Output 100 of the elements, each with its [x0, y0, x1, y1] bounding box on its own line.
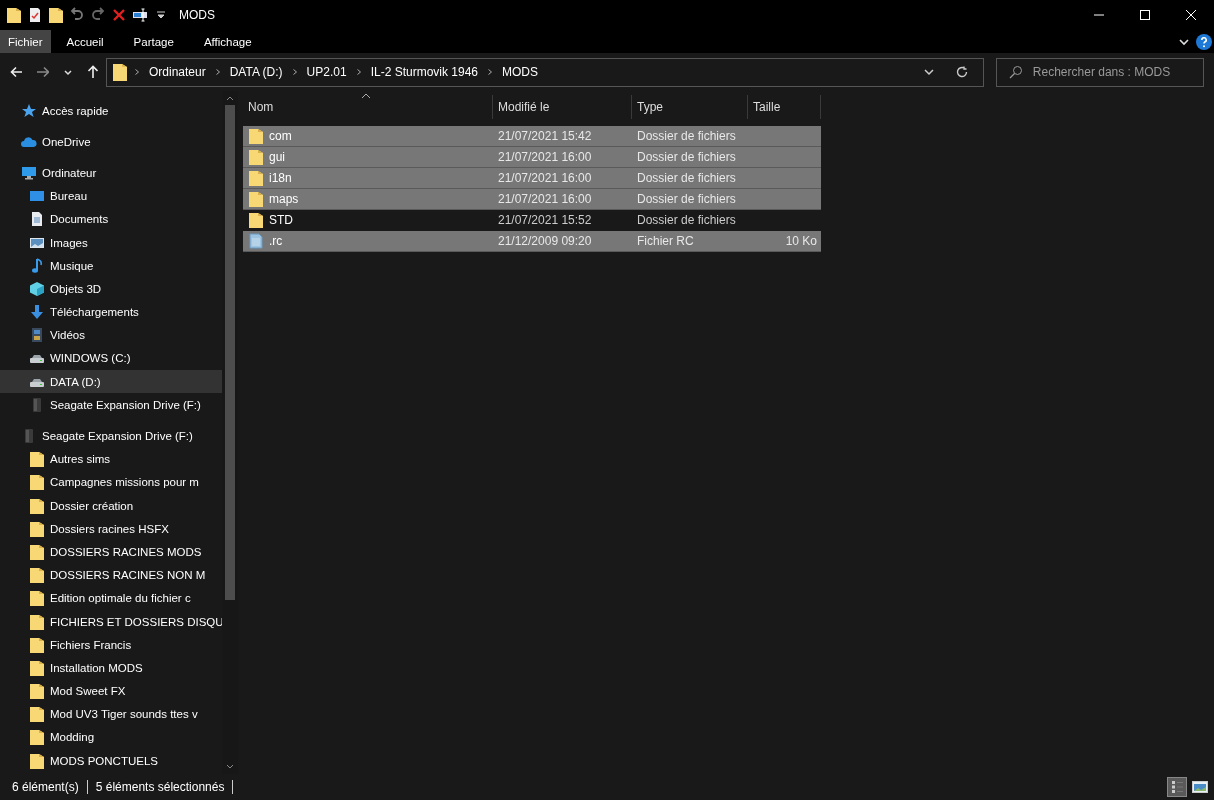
chevron-right-icon[interactable]: [354, 68, 363, 76]
details-view-button[interactable]: [1167, 777, 1187, 797]
file-row[interactable]: i18n 21/07/2021 16:00 Dossier de fichiers: [243, 168, 821, 189]
sidebar-item[interactable]: Fichiers Francis: [0, 633, 222, 657]
sidebar-item[interactable]: Objets 3D: [0, 277, 222, 301]
properties-icon[interactable]: [27, 7, 43, 23]
search-input: Rechercher dans : MODS: [1030, 64, 1203, 80]
folder-icon: [29, 520, 45, 537]
sidebar-item[interactable]: Modding: [0, 725, 222, 750]
sidebar-item[interactable]: DATA (D:): [0, 370, 222, 394]
search-field[interactable]: Rechercher dans : MODS: [996, 57, 1204, 87]
delete-x-icon[interactable]: [111, 7, 127, 23]
file-row[interactable]: maps 21/07/2021 16:00 Dossier de fichiers: [243, 189, 821, 210]
chevron-right-icon[interactable]: [290, 68, 299, 76]
up-arrow-icon[interactable]: [85, 65, 98, 79]
sidebar-item[interactable]: Campagnes missions pour m: [0, 470, 222, 494]
sidebar-item[interactable]: Mod Sweet FX: [0, 679, 222, 703]
undo-icon[interactable]: [69, 7, 85, 23]
breadcrumb[interactable]: MODS: [502, 65, 538, 79]
folder-icon: [113, 63, 127, 81]
item-count: 6 élément(s): [12, 780, 79, 794]
breadcrumb[interactable]: Ordinateur: [149, 65, 206, 79]
sidebar-item[interactable]: Images: [0, 230, 222, 255]
chevron-right-icon[interactable]: [133, 68, 141, 76]
sidebar-item[interactable]: Dossiers racines HSFX: [0, 517, 222, 541]
download-arrow-icon: [29, 304, 45, 321]
rename-icon[interactable]: [132, 7, 148, 23]
ribbon-tab[interactable]: Affichage: [189, 30, 266, 53]
selection-count: 5 éléments sélectionnés: [95, 780, 225, 794]
chevron-down-icon[interactable]: [923, 66, 935, 78]
folder-icon: [29, 590, 45, 607]
star-icon: [21, 102, 37, 119]
file-name: STD: [269, 213, 293, 227]
sidebar-item[interactable]: Bureau: [0, 184, 222, 208]
file-type: Dossier de fichiers: [636, 192, 737, 206]
folder-icon: [29, 497, 45, 514]
address-bar[interactable]: Ordinateur DATA (D:) UP2.01 IL-2 Sturmovik 1946 MODS: [106, 57, 984, 87]
file-name: gui: [269, 150, 285, 164]
file-icon: [248, 233, 264, 249]
breadcrumb[interactable]: DATA (D:): [229, 65, 283, 79]
folder-icon: [29, 752, 45, 769]
file-row[interactable]: gui 21/07/2021 16:00 Dossier de fichiers: [243, 147, 821, 168]
file-name: com: [269, 129, 292, 143]
ribbon-tab[interactable]: Fichier: [0, 30, 51, 53]
chevron-down-icon[interactable]: [62, 67, 72, 77]
date-modified: 21/07/2021 16:00: [497, 150, 593, 164]
file-row[interactable]: .rc 21/12/2009 09:20 Fichier RC 10 Ko: [243, 231, 821, 252]
close-icon: [1185, 9, 1197, 21]
back-arrow-icon[interactable]: [10, 65, 23, 79]
redo-icon[interactable]: [90, 7, 106, 23]
sidebar-item[interactable]: Dossier création: [0, 494, 222, 518]
column-header[interactable]: Taille: [748, 95, 821, 119]
breadcrumb[interactable]: UP2.01: [306, 65, 347, 79]
chevron-right-icon[interactable]: [213, 68, 222, 76]
chevron-right-icon[interactable]: [486, 68, 494, 76]
sidebar-item[interactable]: Téléchargements: [0, 300, 222, 324]
sidebar-item[interactable]: Mod UV3 Tiger sounds ttes v: [0, 702, 222, 726]
folder-icon: [248, 149, 264, 165]
sidebar-item[interactable]: Autres sims: [0, 447, 222, 471]
cube-icon: [29, 280, 45, 297]
file-name: i18n: [269, 171, 292, 185]
column-header[interactable]: Nom: [243, 95, 493, 119]
sidebar-item[interactable]: WINDOWS (C:): [0, 346, 222, 371]
sidebar-item[interactable]: OneDrive: [0, 130, 222, 154]
music-note-icon: [29, 257, 45, 274]
folder-icon: [248, 212, 264, 228]
sidebar-item[interactable]: Installation MODS: [0, 656, 222, 680]
column-header[interactable]: Type: [632, 95, 748, 119]
ribbon-tab[interactable]: Accueil: [52, 30, 118, 53]
help-icon[interactable]: [1196, 33, 1212, 50]
sidebar-item[interactable]: MODS PONCTUELS: [0, 749, 222, 773]
sidebar-item[interactable]: DOSSIERS RACINES NON M: [0, 563, 222, 587]
refresh-icon[interactable]: [955, 65, 969, 79]
sidebar-item[interactable]: Seagate Expansion Drive (F:): [0, 393, 222, 417]
folder-icon[interactable]: [6, 7, 22, 23]
breadcrumb[interactable]: IL-2 Sturmovik 1946: [370, 65, 478, 79]
date-modified: 21/12/2009 09:20: [497, 234, 593, 248]
maximize-icon: [1139, 9, 1151, 21]
ribbon-tab[interactable]: Partage: [119, 30, 188, 53]
sidebar-item[interactable]: Ordinateur: [0, 161, 222, 185]
file-row[interactable]: com 21/07/2021 15:42 Dossier de fichiers: [243, 126, 821, 147]
sidebar-item[interactable]: Seagate Expansion Drive (F:): [0, 424, 222, 448]
scrollbar-thumb[interactable]: [225, 105, 235, 600]
sidebar-item[interactable]: FICHIERS ET DOSSIERS DISQU: [0, 609, 222, 634]
folder-icon: [29, 543, 45, 560]
column-header[interactable]: Modifié le: [493, 95, 632, 119]
forward-arrow-icon[interactable]: [36, 65, 49, 79]
sidebar-item[interactable]: Edition optimale du fichier c: [0, 586, 222, 610]
folder-icon[interactable]: [48, 7, 64, 23]
sidebar-item[interactable]: Documents: [0, 207, 222, 231]
window-title: MODS: [179, 8, 215, 22]
folder-icon: [29, 706, 45, 723]
sidebar-item[interactable]: Accès rapide: [0, 99, 222, 123]
sidebar-item[interactable]: Musique: [0, 254, 222, 278]
scroll-down-icon[interactable]: [226, 764, 234, 770]
file-name: maps: [269, 192, 299, 206]
sidebar-item[interactable]: DOSSIERS RACINES MODS: [0, 540, 222, 564]
folder-icon: [29, 567, 45, 584]
scroll-up-icon[interactable]: [226, 95, 234, 101]
sidebar-item[interactable]: Vidéos: [0, 323, 222, 347]
